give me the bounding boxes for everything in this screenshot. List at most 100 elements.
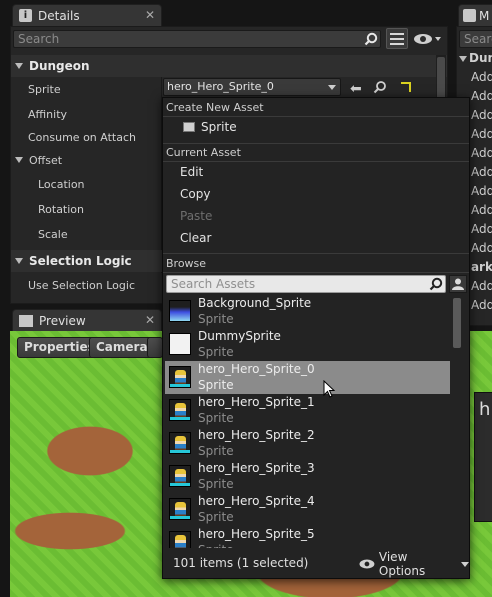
collapse-arrow-icon[interactable] (15, 63, 23, 69)
right-panel-tab[interactable]: M (458, 4, 492, 26)
details-search-placeholder: Search (18, 32, 60, 46)
divider (163, 253, 469, 254)
asset-list-item[interactable]: DummySprite Sprite (165, 328, 450, 361)
section-browse: Browse (166, 257, 207, 270)
right-search-input[interactable]: Search (459, 30, 492, 48)
right-item[interactable]: Add (471, 165, 492, 184)
filter-user-icon[interactable] (449, 275, 467, 293)
collapse-arrow-icon[interactable] (459, 56, 467, 62)
browse-search-icon[interactable] (373, 80, 387, 97)
asset-list-scrollbar[interactable] (452, 296, 462, 548)
mouse-cursor-icon (323, 380, 335, 398)
section-create-new-asset: Create New Asset (166, 101, 264, 114)
right-item[interactable]: Add (471, 70, 492, 89)
prop-offset-label: Offset (29, 153, 63, 167)
edit-item[interactable]: Edit (163, 161, 469, 183)
collapse-arrow-icon[interactable] (15, 258, 23, 264)
asset-name: Background_Sprite (198, 296, 312, 310)
chevron-down-icon (461, 561, 469, 567)
asset-thumbnail-hero (169, 399, 191, 421)
asset-thumbnail-hero (169, 498, 191, 520)
asset-name: hero_Hero_Sprite_5 (198, 527, 315, 541)
asset-list-item[interactable]: hero_Hero_Sprite_1 Sprite (165, 394, 450, 427)
copy-item[interactable]: Copy (163, 183, 469, 205)
category-dungeon[interactable]: Dungeon (11, 55, 447, 77)
use-selected-arrow-icon[interactable]: ⬅ (350, 81, 362, 97)
clear-item[interactable]: Clear (163, 227, 469, 249)
prop-scale: Scale (11, 222, 161, 246)
asset-list-scroll-thumb[interactable] (453, 298, 461, 348)
asset-list-item[interactable]: Background_Sprite Sprite (165, 295, 450, 328)
asset-type: Sprite (198, 543, 234, 548)
right-item[interactable]: Add (471, 184, 492, 203)
asset-thumbnail-hero (169, 432, 191, 454)
asset-count-label: 101 items (1 selected) (173, 556, 309, 570)
view-mode-button[interactable] (147, 337, 163, 358)
asset-name: DummySprite (198, 329, 281, 343)
right-category-label: Dungeon (469, 51, 492, 65)
prop-consume-on-attach: Consume on Attach (11, 125, 161, 149)
search-icon[interactable] (429, 277, 443, 291)
asset-list-item-selected[interactable]: hero_Hero_Sprite_0 Sprite (165, 361, 450, 394)
right-item[interactable]: Add (471, 108, 492, 127)
prop-scale-label: Scale (38, 227, 68, 241)
prop-sprite-label: Sprite (28, 82, 61, 96)
reset-to-default-icon[interactable] (401, 82, 411, 92)
info-icon: i (19, 9, 32, 22)
right-search-placeholder: Search (464, 32, 492, 46)
right-item[interactable]: Add (471, 222, 492, 241)
prop-location: Location (11, 172, 161, 196)
preview-tab-title: Preview (39, 313, 86, 328)
asset-name: hero_Hero_Sprite_3 (198, 461, 315, 475)
prop-rotation: Rotation (11, 197, 161, 221)
create-sprite-label: Sprite (201, 120, 237, 134)
right-item[interactable]: Add (471, 298, 492, 317)
prop-offset[interactable]: Offset (11, 148, 161, 172)
create-sprite-item[interactable]: Sprite (163, 116, 469, 138)
eye-visibility-icon[interactable] (413, 30, 443, 48)
asset-name: hero_Hero_Sprite_1 (198, 395, 315, 409)
asset-list-item[interactable]: hero_Hero_Sprite_4 Sprite (165, 493, 450, 526)
divider (163, 143, 469, 144)
prop-use-selection-logic-label: Use Selection Logic (28, 278, 135, 292)
right-item[interactable]: Add (471, 146, 492, 165)
paste-item[interactable]: Paste (163, 205, 469, 227)
sprite-icon (183, 122, 195, 132)
asset-type: Sprite (198, 477, 234, 491)
right-item[interactable]: Add (471, 127, 492, 146)
preview-tab[interactable]: Preview ✕ (12, 309, 162, 331)
asset-type: Sprite (198, 444, 234, 458)
asset-picker-menu: Create New Asset Sprite Current Asset Ed… (162, 97, 470, 579)
details-search-input[interactable]: Search (13, 30, 381, 48)
details-tab[interactable]: i Details ✕ (12, 4, 162, 26)
search-icon[interactable] (364, 32, 378, 46)
prop-sprite: Sprite (11, 77, 161, 101)
asset-search-input[interactable]: Search Assets (166, 275, 446, 293)
close-icon[interactable]: ✕ (145, 8, 155, 22)
asset-list-item[interactable]: hero_Hero_Sprite_5 Sprite (165, 526, 450, 548)
asset-picker-footer: 101 items (1 selected) View Options (163, 550, 469, 578)
right-item[interactable]: Add (471, 241, 492, 260)
prop-affinity: Affinity (11, 102, 161, 126)
asset-list-item[interactable]: hero_Hero_Sprite_3 Sprite (165, 460, 450, 493)
collapse-arrow-icon[interactable] (15, 157, 23, 163)
right-item[interactable]: Add (471, 89, 492, 108)
panel-icon (463, 9, 476, 22)
right-item[interactable]: Add (471, 203, 492, 222)
info-card: h (474, 392, 492, 522)
view-options-button[interactable]: View Options (359, 550, 469, 578)
list-view-icon[interactable] (386, 28, 408, 49)
asset-type: Sprite (198, 510, 234, 524)
camera-button[interactable]: Camera (89, 337, 155, 358)
prop-location-label: Location (38, 177, 85, 191)
close-icon[interactable]: ✕ (145, 313, 155, 327)
asset-thumbnail-hero (169, 465, 191, 487)
sprite-asset-combo[interactable]: hero_Hero_Sprite_0 (163, 78, 341, 96)
right-item[interactable]: Add (471, 279, 492, 298)
right-panel-tab-title: M (479, 8, 490, 23)
category-selection-logic-label: Selection Logic (29, 254, 132, 268)
asset-thumbnail-dummy (169, 333, 191, 355)
asset-list-item[interactable]: hero_Hero_Sprite_2 Sprite (165, 427, 450, 460)
right-category-dungeon[interactable]: Dungeon (459, 51, 492, 70)
eye-icon (359, 559, 375, 569)
